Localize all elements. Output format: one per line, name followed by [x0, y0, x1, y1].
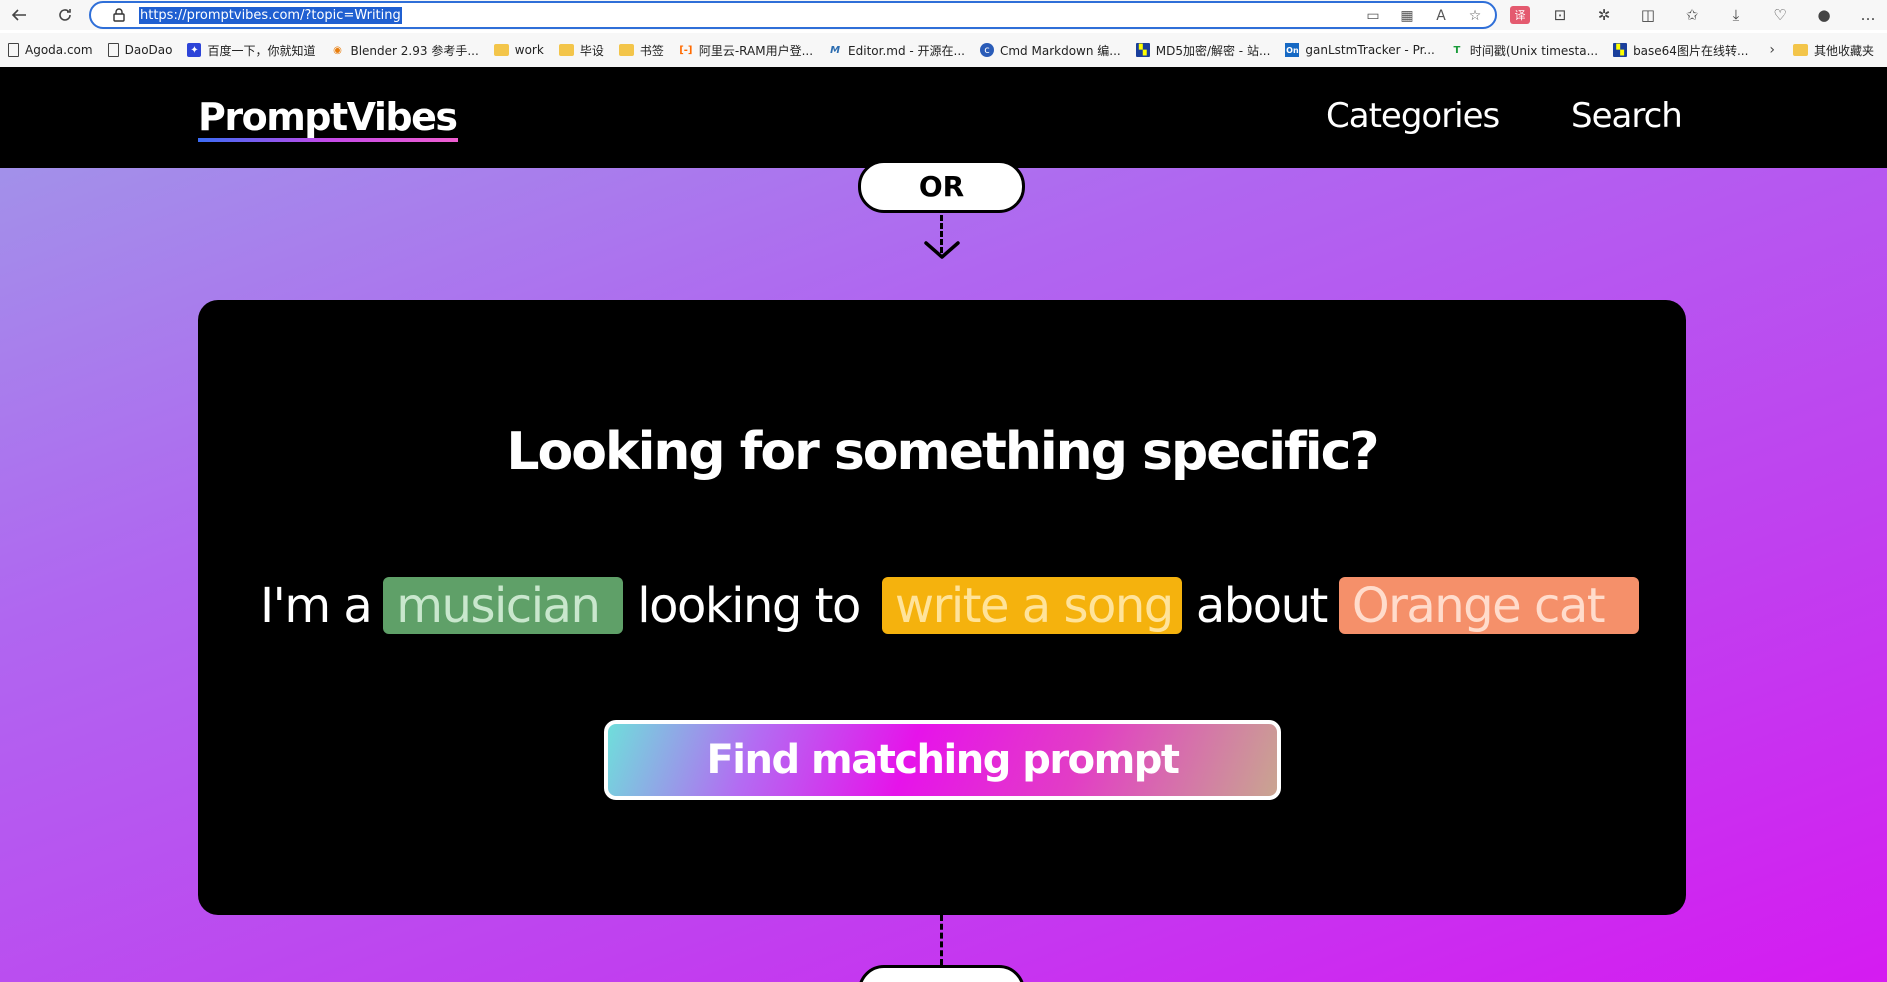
find-matching-prompt-button[interactable]: Find matching prompt: [604, 720, 1281, 800]
dashed-connector: [940, 915, 943, 965]
bookmark-item[interactable]: M Editor.md - 开源在...: [828, 42, 965, 59]
page-icon: [107, 43, 119, 57]
next-step-pill: [858, 965, 1025, 982]
aliyun-icon: [-]: [679, 44, 693, 56]
bookmark-item[interactable]: [-] 阿里云-RAM用户登...: [679, 42, 813, 59]
folder-icon: [618, 44, 634, 56]
bookmark-item[interactable]: 书签: [618, 42, 664, 59]
folder-icon: [493, 44, 509, 56]
site-header: PromptVibes Categories Search: [0, 67, 1887, 168]
logo-underline: [198, 138, 458, 142]
bookmark-item[interactable]: c Cmd Markdown 编...: [979, 42, 1121, 59]
page-icon: [8, 43, 19, 57]
task-input[interactable]: write a song: [881, 577, 1182, 634]
bookmark-item[interactable]: DaoDao: [107, 43, 172, 57]
bookmark-item[interactable]: T 时间戳(Unix timesta...: [1450, 42, 1598, 59]
extension-icon[interactable]: ⊡: [1546, 3, 1574, 27]
url-text[interactable]: https://promptvibes.com/?topic=Writing: [139, 6, 402, 24]
back-arrow-icon[interactable]: [4, 0, 34, 30]
read-aloud-icon[interactable]: A: [1431, 6, 1451, 26]
translate-extension-icon[interactable]: 译: [1510, 6, 1530, 24]
health-icon[interactable]: ♡: [1766, 3, 1794, 27]
baidu-icon: ✦: [187, 43, 202, 57]
apps-icon[interactable]: ▦: [1397, 6, 1417, 26]
bookmark-item[interactable]: ◉ Blender 2.93 参考手...: [330, 42, 479, 59]
split-screen-icon[interactable]: ◫: [1634, 3, 1662, 27]
bookmark-item[interactable]: 毕设: [558, 42, 604, 59]
profile-avatar-icon[interactable]: ●: [1810, 3, 1838, 27]
nav-categories-link[interactable]: Categories: [1326, 96, 1500, 136]
more-menu-icon[interactable]: …: [1854, 3, 1882, 27]
folder-icon: [1793, 44, 1808, 56]
bookmark-item[interactable]: 其他收藏夹: [1793, 42, 1874, 59]
address-bar[interactable]: https://promptvibes.com/?topic=Writing ▭…: [89, 1, 1497, 29]
bookmark-item[interactable]: work: [493, 43, 544, 57]
bookmarks-bar: Agoda.com DaoDao ✦ 百度一下，你就知道 ◉ Blender 2.9…: [0, 33, 1887, 67]
cmd-icon: c: [979, 43, 994, 57]
downloads-icon[interactable]: ⤓: [1722, 3, 1750, 27]
folder-icon: [558, 44, 574, 56]
or-pill: OR: [858, 160, 1025, 213]
finder-sentence: I'm a musician looking to write a song a…: [260, 577, 1639, 634]
site-logo[interactable]: PromptVibes: [198, 95, 458, 139]
bookmark-item[interactable]: ▚ base64图片在线转...: [1613, 42, 1748, 59]
app-available-icon[interactable]: ▭: [1363, 6, 1383, 26]
bookmark-item[interactable]: ▚ MD5加密/解密 - 站...: [1135, 42, 1270, 59]
role-input[interactable]: musician: [383, 577, 624, 634]
sentence-prefix: I'm a: [260, 577, 373, 634]
browser-toolbar: https://promptvibes.com/?topic=Writing ▭…: [0, 0, 1887, 30]
topic-input[interactable]: Orange cat: [1338, 577, 1639, 634]
bookmark-item[interactable]: On ganLstmTracker - Pr...: [1285, 43, 1435, 57]
favorites-icon[interactable]: ✩: [1678, 3, 1706, 27]
sentence-connector: about: [1195, 577, 1329, 634]
base64-icon: ▚: [1613, 43, 1628, 57]
finder-title: Looking for something specific?: [506, 422, 1379, 482]
chevron-right-icon[interactable]: ›: [1769, 42, 1775, 58]
page-viewport: PromptVibes Categories Search OR Looking…: [0, 67, 1887, 982]
editor-icon: M: [830, 44, 841, 56]
prompt-finder-card: Looking for something specific? I'm a mu…: [198, 300, 1686, 915]
sentence-middle: looking to: [637, 577, 861, 634]
bookmark-item[interactable]: ✦ 百度一下，你就知道: [187, 42, 315, 59]
md5-icon: ▚: [1135, 43, 1150, 57]
on-icon: On: [1285, 43, 1300, 57]
timestamp-icon: T: [1453, 44, 1461, 56]
favorite-star-icon[interactable]: ☆: [1465, 6, 1485, 26]
bookmark-item[interactable]: Agoda.com: [8, 43, 93, 57]
extensions-puzzle-icon[interactable]: ✲: [1590, 3, 1618, 27]
nav-search-link[interactable]: Search: [1571, 96, 1683, 136]
arrow-down-icon: [924, 241, 960, 259]
blender-icon: ◉: [333, 44, 342, 56]
lock-icon: [105, 8, 133, 22]
reload-icon[interactable]: [50, 0, 80, 30]
